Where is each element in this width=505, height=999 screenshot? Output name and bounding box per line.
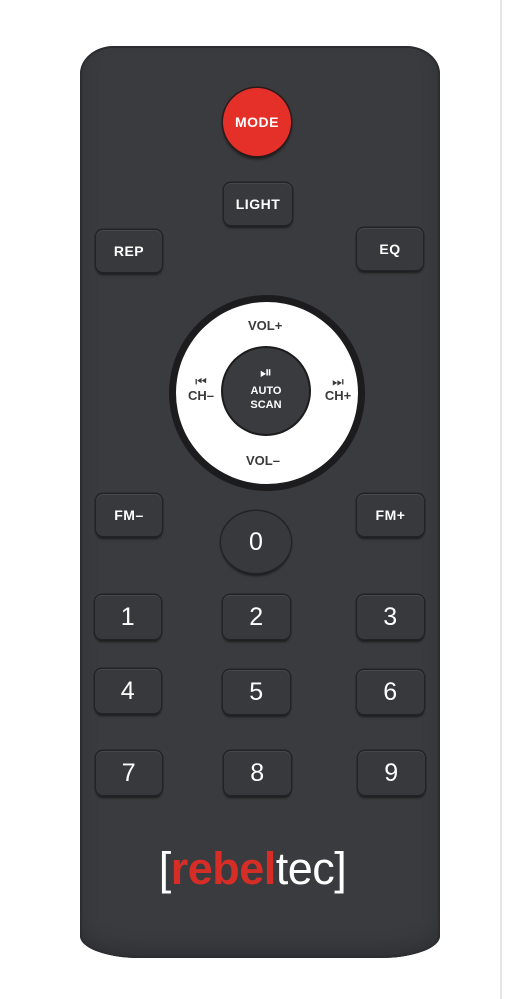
ch-down-label: CH– — [187, 388, 214, 403]
ch-down-button[interactable]: ⏮ CH– — [184, 374, 218, 403]
play-pause-icon: ⏯ — [259, 364, 272, 381]
light-button-label: LIGHT — [235, 196, 281, 212]
next-track-icon: ⏭ — [332, 374, 344, 389]
auto-label: AUTO — [250, 385, 282, 397]
ch-up-label: CH+ — [324, 388, 352, 403]
previous-track-icon: ⏮ — [195, 374, 207, 389]
logo-bracket-open: [ — [158, 843, 172, 894]
digit-6-button[interactable]: 6 — [357, 670, 424, 714]
vol-up-button[interactable]: VOL+ — [248, 318, 282, 333]
digit-3-button[interactable]: 3 — [357, 595, 424, 639]
digit-5-button[interactable]: 5 — [223, 670, 290, 714]
scan-label: SCAN — [250, 399, 282, 411]
play-pause-auto-scan-button[interactable]: ⏯ AUTO SCAN — [223, 348, 309, 434]
digit-9-button[interactable]: 9 — [358, 751, 425, 795]
ch-up-button[interactable]: ⏭ CH+ — [320, 374, 356, 403]
digit-7-button[interactable]: 7 — [96, 751, 162, 795]
digit-2-button[interactable]: 2 — [223, 595, 290, 639]
vol-down-button[interactable]: VOL– — [246, 453, 280, 468]
digit-0-button[interactable]: 0 — [221, 511, 291, 573]
rep-button-label: REP — [113, 243, 145, 259]
fm-minus-label: FM– — [114, 507, 144, 523]
eq-button[interactable]: EQ — [357, 228, 423, 270]
digit-4-button[interactable]: 4 — [95, 669, 161, 713]
rep-button[interactable]: REP — [96, 230, 162, 272]
digit-8-button[interactable]: 8 — [224, 751, 291, 795]
brand-logo: [rebeltec] — [0, 841, 505, 897]
digit-1-button[interactable]: 1 — [95, 595, 161, 639]
light-button[interactable]: LIGHT — [224, 183, 292, 225]
logo-bracket-close: ] — [334, 843, 347, 894]
fm-plus-label: FM+ — [375, 507, 406, 523]
logo-red-text: rebel — [170, 843, 277, 894]
mode-button[interactable]: MODE — [223, 88, 291, 156]
eq-button-label: EQ — [379, 241, 401, 257]
fm-minus-button[interactable]: FM– — [96, 494, 162, 536]
logo-white-text: tec — [275, 843, 335, 894]
fm-plus-button[interactable]: FM+ — [357, 494, 424, 536]
